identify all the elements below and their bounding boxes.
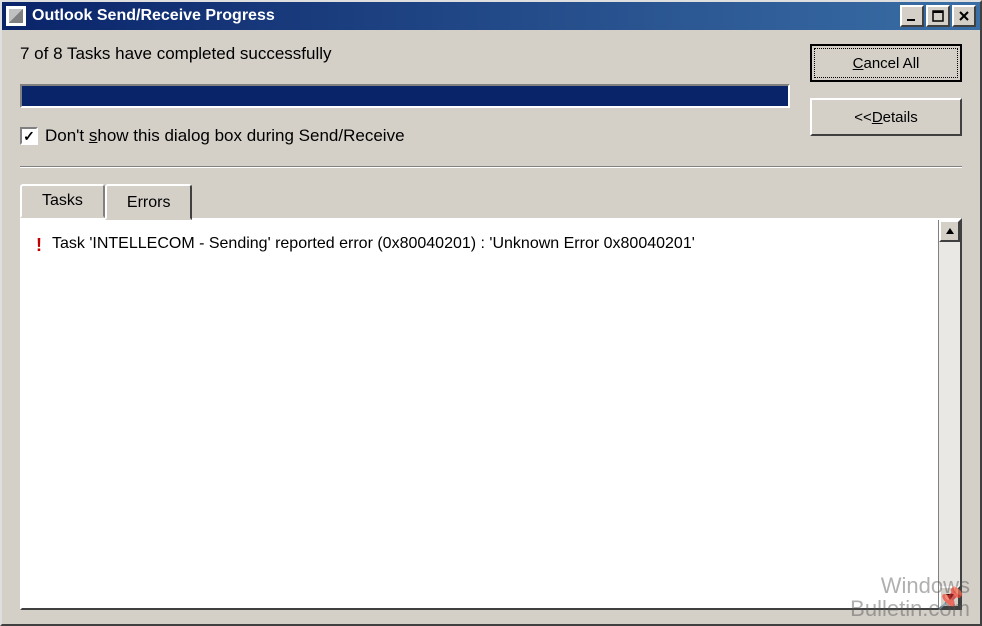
- minimize-icon: [906, 10, 918, 22]
- dialog-content: 7 of 8 Tasks have completed successfully…: [2, 30, 980, 624]
- chevron-up-icon: [946, 228, 954, 234]
- details-button[interactable]: << Details: [810, 98, 962, 136]
- maximize-icon: [932, 10, 944, 22]
- buttons-column: Cancel All << Details: [810, 44, 962, 136]
- status-text: 7 of 8 Tasks have completed successfully: [20, 44, 790, 64]
- dialog-window: Outlook Send/Receive Progress 7 of 8 Tas…: [0, 0, 982, 626]
- scroll-down-button[interactable]: [939, 586, 960, 608]
- errors-panel: ! Task 'INTELLECOM - Sending' reported e…: [20, 218, 962, 610]
- titlebar: Outlook Send/Receive Progress: [2, 2, 980, 30]
- divider: [20, 166, 962, 168]
- dont-show-checkbox[interactable]: ✓: [20, 127, 38, 145]
- scroll-up-button[interactable]: [939, 220, 960, 242]
- titlebar-button-group: [900, 5, 976, 27]
- tab-tasks[interactable]: Tasks: [20, 184, 105, 218]
- close-icon: [958, 10, 970, 22]
- tabs-area: Tasks Errors ! Task 'INTELLECOM - Sendin…: [20, 184, 962, 610]
- app-icon: [6, 6, 26, 26]
- cancel-all-button[interactable]: Cancel All: [810, 44, 962, 82]
- error-text: Task 'INTELLECOM - Sending' reported err…: [52, 232, 695, 256]
- dont-show-label: Don't show this dialog box during Send/R…: [45, 126, 405, 146]
- status-column: 7 of 8 Tasks have completed successfully…: [20, 44, 790, 146]
- tab-strip: Tasks Errors: [20, 184, 962, 218]
- minimize-button[interactable]: [900, 5, 924, 27]
- checkmark-icon: ✓: [23, 129, 35, 143]
- vertical-scrollbar[interactable]: [938, 220, 960, 608]
- window-title: Outlook Send/Receive Progress: [32, 7, 900, 25]
- chevron-down-icon: [946, 594, 954, 600]
- maximize-button[interactable]: [926, 5, 950, 27]
- close-button[interactable]: [952, 5, 976, 27]
- tab-errors[interactable]: Errors: [105, 184, 193, 220]
- error-icon: !: [36, 232, 42, 259]
- scroll-track[interactable]: [939, 242, 960, 586]
- top-row: 7 of 8 Tasks have completed successfully…: [20, 44, 962, 146]
- dont-show-checkbox-row: ✓ Don't show this dialog box during Send…: [20, 126, 790, 146]
- progress-bar: [20, 84, 790, 108]
- error-list: ! Task 'INTELLECOM - Sending' reported e…: [22, 220, 938, 608]
- error-item[interactable]: ! Task 'INTELLECOM - Sending' reported e…: [36, 232, 924, 259]
